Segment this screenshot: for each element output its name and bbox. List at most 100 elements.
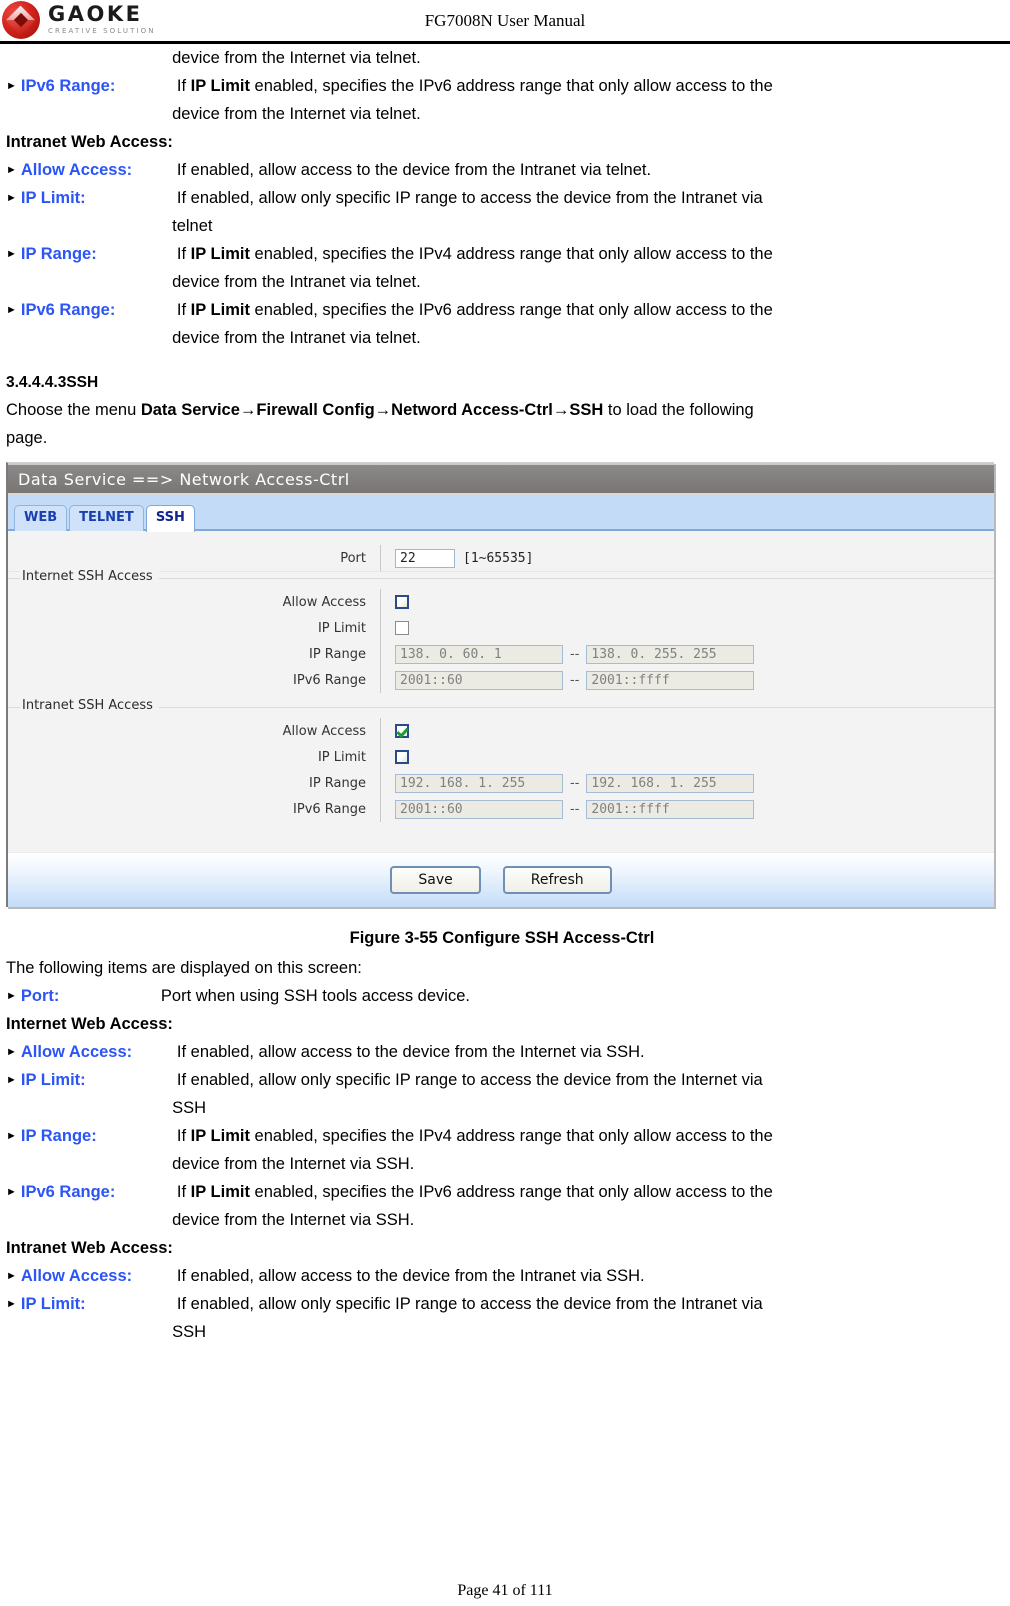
row-separator xyxy=(380,770,381,796)
refresh-button[interactable]: Refresh xyxy=(502,866,612,894)
page-footer: Page 41 of 111 xyxy=(457,1582,553,1599)
internet-ssh-access-group: Internet SSH Access Allow Access IP Limi… xyxy=(8,569,994,701)
definition-row-allow-access-intranet-ssh: ► Allow Access: If enabled, allow access… xyxy=(6,1262,998,1290)
section-number: 3.4.4.4.3 xyxy=(6,374,67,391)
definition-description: Port when using SSH tools access device. xyxy=(160,987,470,1005)
form-row-internet-ip-limit: IP Limit xyxy=(8,615,994,641)
bullet-spacer xyxy=(6,44,16,72)
range-separator: -- xyxy=(570,775,580,791)
intranet-ip-limit-label: IP Limit xyxy=(317,749,366,765)
row-separator xyxy=(380,641,381,667)
page-header: GAOKE CREATIVE SOLUTION FG7008N User Man… xyxy=(0,0,1010,44)
range-separator: -- xyxy=(570,801,580,817)
definition-term: IPv6 Range: xyxy=(20,301,116,319)
term-spacer xyxy=(16,44,172,72)
term-spacer xyxy=(16,324,172,352)
form-row-internet-ipv6-range: IPv6 Range -- xyxy=(8,667,994,693)
definition-term: IP Limit: xyxy=(20,1295,86,1313)
tab-ssh[interactable]: SSH xyxy=(145,505,195,532)
emphasis-text: IP Limit xyxy=(190,77,250,95)
term-spacer xyxy=(16,1150,172,1178)
document-title: FG7008N User Manual xyxy=(424,11,586,30)
definition-term: IPv6 Range: xyxy=(20,1183,116,1201)
definition-row-ipv6-range-intranet: ► IPv6 Range: If IP Limit enabled, speci… xyxy=(6,296,998,324)
internet-ip-range-end-input[interactable] xyxy=(586,644,755,664)
range-separator: -- xyxy=(570,646,580,662)
internet-ip-range-label: IP Range xyxy=(308,646,366,662)
internet-ipv6-range-end-input[interactable] xyxy=(586,670,755,690)
definition-description: If IP Limit enabled, specifies the IPv4 … xyxy=(176,1127,773,1145)
ui-tab-bar: WEB TELNET SSH xyxy=(8,495,994,532)
ui-breadcrumb: Data Service ==> Network Access-Ctrl xyxy=(18,469,350,489)
arrow-bullet-icon: ► xyxy=(6,1074,17,1086)
range-separator: -- xyxy=(570,672,580,688)
form-row-intranet-ipv6-range: IPv6 Range -- xyxy=(8,796,994,822)
arrow-bullet-icon: ► xyxy=(6,1298,17,1310)
definition-row-allow-access-intranet: ► Allow Access: If enabled, allow access… xyxy=(6,156,998,184)
port-input[interactable] xyxy=(395,548,455,568)
definition-description-line2: device from the Internet via SSH. xyxy=(172,1155,415,1173)
bullet-spacer xyxy=(6,212,16,240)
definition-term: Allow Access: xyxy=(20,1043,133,1061)
definition-row-continued: SSH xyxy=(6,1318,998,1346)
definition-description: If enabled, allow access to the device f… xyxy=(176,161,652,179)
arrow-bullet-icon: ► xyxy=(6,304,17,316)
definition-description: If IP Limit enabled, specifies the IPv6 … xyxy=(176,1183,773,1201)
arrow-bullet-icon: ► xyxy=(6,248,17,260)
intranet-ipv6-range-start-input[interactable] xyxy=(395,799,563,819)
definition-row-ip-limit-internet-ssh: ► IP Limit: If enabled, allow only speci… xyxy=(6,1066,998,1094)
form-row-port: Port [1~65535] xyxy=(8,545,994,572)
definition-row-ip-limit-intranet-ssh: ► IP Limit: If enabled, allow only speci… xyxy=(6,1290,998,1318)
internet-allow-access-checkbox[interactable] xyxy=(395,595,409,609)
tab-web[interactable]: WEB xyxy=(14,505,68,531)
intranet-ip-limit-checkbox[interactable] xyxy=(395,750,409,764)
internet-ip-limit-checkbox[interactable] xyxy=(395,621,409,635)
arrow-bullet-icon: ► xyxy=(6,1046,17,1058)
form-row-intranet-ip-limit: IP Limit xyxy=(8,744,994,770)
row-separator xyxy=(380,796,381,822)
definition-term: Port: xyxy=(20,987,60,1005)
bullet-spacer xyxy=(6,1150,16,1178)
intranet-ipv6-range-end-input[interactable] xyxy=(586,799,755,819)
term-spacer xyxy=(16,1206,172,1234)
bullet-spacer xyxy=(6,268,16,296)
term-spacer xyxy=(16,268,172,296)
emphasis-text: IP Limit xyxy=(190,245,250,263)
telnet-ipv6-continuation: device from the Internet via telnet. xyxy=(172,49,421,67)
section-title: SSH xyxy=(66,374,99,391)
section-heading: 3.4.4.4.3SSH xyxy=(6,370,998,396)
intranet-allow-access-label: Allow Access xyxy=(282,723,366,739)
definition-row-continued: device from the Internet via SSH. xyxy=(6,1150,998,1178)
section-intro-line2: page. xyxy=(6,429,48,447)
ui-titlebar: Data Service ==> Network Access-Ctrl xyxy=(8,463,994,495)
intranet-web-access-heading-bottom: Intranet Web Access: xyxy=(6,1239,173,1257)
definition-description: If enabled, allow only specific IP range… xyxy=(176,1071,763,1089)
row-separator xyxy=(380,744,381,770)
row-separator xyxy=(380,589,381,615)
emphasis-text: IP Limit xyxy=(190,1127,250,1145)
internet-ipv6-range-start-input[interactable] xyxy=(395,670,563,690)
intranet-allow-access-checkbox[interactable] xyxy=(395,724,409,738)
internet-ipv6-range-label: IPv6 Range xyxy=(293,672,366,688)
definition-description: If IP Limit enabled, specifies the IPv4 … xyxy=(176,245,773,263)
save-button[interactable]: Save xyxy=(390,866,481,894)
intranet-ip-range-end-input[interactable] xyxy=(586,773,755,793)
tab-telnet[interactable]: TELNET xyxy=(69,505,144,531)
internet-ip-range-start-input[interactable] xyxy=(395,644,563,664)
page-content: device from the Internet via telnet. ► I… xyxy=(0,44,1010,1346)
bullet-spacer xyxy=(6,1318,16,1346)
intranet-ipv6-range-label: IPv6 Range xyxy=(293,801,366,817)
port-range-hint: [1~65535] xyxy=(463,550,534,566)
definition-term: IP Range: xyxy=(20,245,97,263)
port-label: Port xyxy=(340,550,366,566)
definition-description-line2: SSH xyxy=(172,1323,207,1341)
definition-description-line2: device from the Intranet via telnet. xyxy=(172,273,421,291)
bottom-spacer xyxy=(8,830,994,852)
definition-description: If enabled, allow access to the device f… xyxy=(176,1267,645,1285)
definition-term: Allow Access: xyxy=(20,1267,133,1285)
arrow-bullet-icon: ► xyxy=(6,80,17,92)
definition-term: Allow Access: xyxy=(20,161,133,179)
definition-description: If IP Limit enabled, specifies the IPv6 … xyxy=(176,77,773,95)
intranet-ip-range-start-input[interactable] xyxy=(395,773,563,793)
definition-row-continued: device from the Intranet via telnet. xyxy=(6,324,998,352)
